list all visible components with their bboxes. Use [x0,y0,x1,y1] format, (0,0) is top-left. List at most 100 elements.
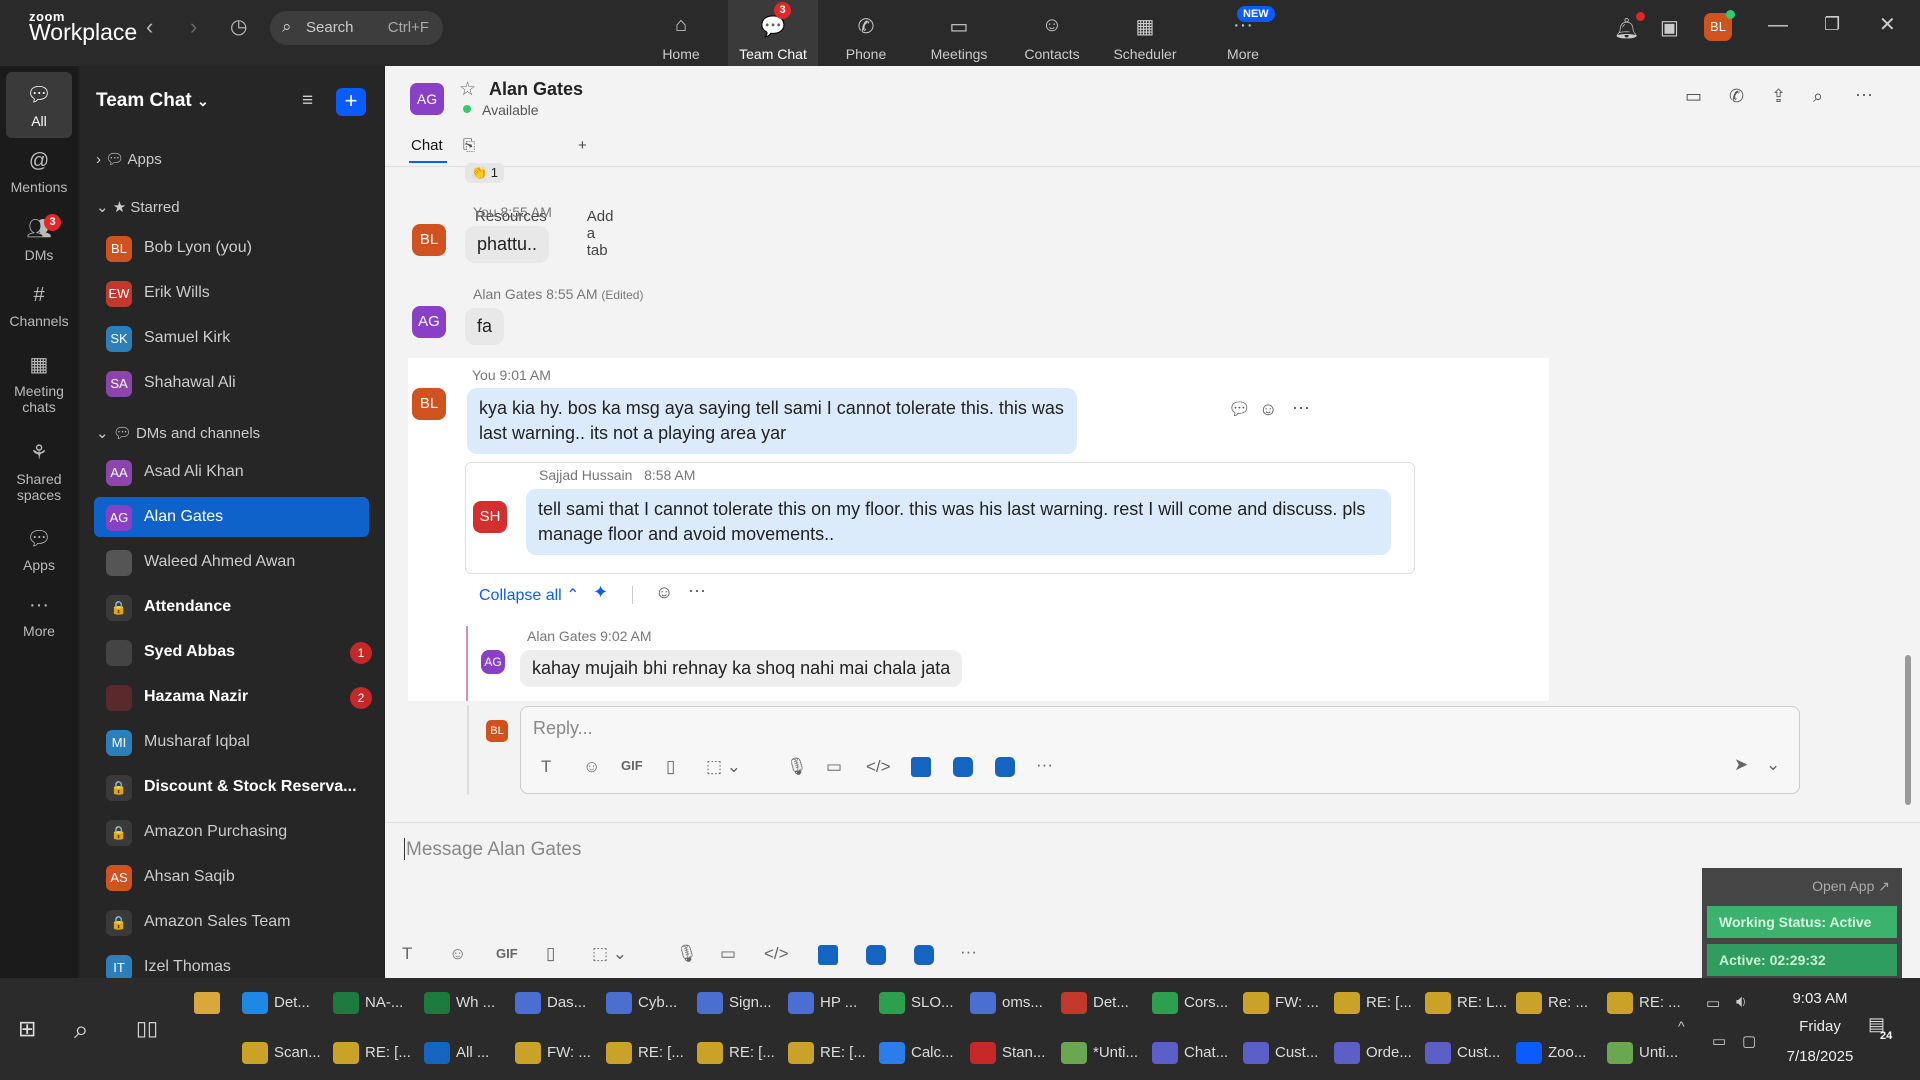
taskbar-app-button[interactable]: RE: ... [1607,992,1681,1028]
taskbar-app-button[interactable]: RE: [... [333,1042,411,1078]
section-apps[interactable]: › 💬︎ Apps [96,150,162,168]
sidebar-item[interactable]: AA Asad Ali Khan [94,452,369,492]
section-dms[interactable]: ⌄ 💬︎ DMs and channels [96,424,260,442]
gif-icon[interactable]: GIF [621,758,643,773]
nav-contacts[interactable]: ☺ Contacts [1007,0,1097,66]
taskbar-app-button[interactable]: Stan... [970,1042,1045,1078]
format-text-icon[interactable]: T [541,757,551,777]
taskbar-app-button[interactable]: Zoo... [1516,1042,1586,1078]
sidebar-item[interactable]: AG Alan Gates [94,497,369,537]
message-bubble[interactable]: phattu.. [465,226,550,263]
taskbar-app-button[interactable]: Sign... [697,992,772,1028]
display-icon[interactable]: ▭ [1712,1032,1726,1050]
rail-apps[interactable]: 💬︎ Apps [0,526,78,573]
taskbar-app-button[interactable]: SLO... [879,992,954,1028]
app-icon[interactable] [953,757,973,777]
message-bubble[interactable]: kya kia hy. bos ka msg aya saying tell s… [467,388,1077,454]
taskbar-app-button[interactable]: Cust... [1425,1042,1500,1078]
video-message-icon[interactable]: ▭ [720,944,736,964]
more-options-icon[interactable]: ··· [1292,397,1310,418]
search-icon[interactable]: ⌕ [1813,86,1823,107]
taskbar-app-button[interactable]: Cyb... [606,992,677,1028]
emoji-icon[interactable]: ☺ [449,944,466,964]
taskbar-app-button[interactable]: Unti... [1607,1042,1678,1078]
taskbar-app-button[interactable]: RE: [... [1334,992,1412,1028]
code-snippet-icon[interactable]: </> [866,757,891,777]
gif-icon[interactable]: GIF [496,946,518,961]
taskbar-app-button[interactable]: Cust... [1243,1042,1318,1078]
open-app-link[interactable]: Open App ↗ [1812,878,1890,895]
emoji-icon[interactable]: ☺ [583,757,600,777]
taskbar-app-button[interactable]: RE: [... [788,1042,866,1078]
more-options-icon[interactable]: ··· [1855,84,1873,105]
taskbar-app-button[interactable]: Das... [515,992,586,1028]
more-options-icon[interactable]: ··· [688,580,706,601]
sidebar-item[interactable]: MI Musharaf Iqbal [94,722,369,762]
scrollbar-thumb[interactable] [1905,655,1911,805]
nav-scheduler[interactable]: ▦ Scheduler [1100,0,1190,66]
nav-meetings[interactable]: ▭ Meetings [914,0,1004,66]
app-icon[interactable] [866,945,886,965]
rail-shared-spaces[interactable]: ⚘ Shared spaces [0,440,78,503]
format-text-icon[interactable]: T [402,944,412,964]
history-icon[interactable]: ◷ [230,14,247,39]
bell-icon[interactable]: 🔔︎ [1614,16,1639,41]
taskbar-app-button[interactable]: FW: ... [1243,992,1319,1028]
sidebar-item[interactable]: SK Samuel Kirk [94,318,369,358]
taskbar-app-button[interactable]: Scan... [242,1042,321,1078]
taskbar-app-button[interactable]: Det... [1061,992,1129,1028]
app-icon[interactable] [914,945,934,965]
calendar-widget-icon[interactable]: ▣ [1660,15,1679,40]
taskbar-app-button[interactable]: Det... [242,992,310,1028]
file-explorer-icon[interactable] [194,992,220,1014]
nav-team-chat[interactable]: 💬 Team Chat 3 [728,0,818,66]
close-icon[interactable]: ✕ [1879,12,1896,37]
sidebar-item[interactable]: Syed Abbas 1 [94,632,372,672]
rail-meeting-chats[interactable]: ▦ Meeting chats [0,352,78,415]
microphone-icon[interactable]: 🎙︎ [786,757,808,777]
sidebar-item[interactable]: Waleed Ahmed Awan [94,542,369,582]
reply-input[interactable]: Reply... T ☺ GIF ▯ ⬚ ⌄ 🎙︎ ▭ </> ··· ➤ ⌄ [520,706,1800,794]
taskbar-app-button[interactable]: Orde... [1334,1042,1412,1078]
taskbar-app-button[interactable]: *Unti... [1061,1042,1138,1078]
code-snippet-icon[interactable]: </> [764,944,789,964]
message-bubble[interactable]: fa [465,308,505,345]
tab-chat[interactable]: Chat [411,137,443,154]
more-tools-icon[interactable]: ··· [960,942,977,962]
sidebar-item[interactable]: EW Erik Wills [94,273,369,313]
section-starred[interactable]: ⌄ ★ Starred [96,198,180,216]
share-screen-icon[interactable]: ⇪ [1771,86,1786,107]
chevron-up-icon[interactable]: ^ [1678,1018,1685,1034]
taskbar-app-button[interactable]: Wh ... [424,992,495,1028]
filter-icon[interactable]: ≡ [302,90,313,112]
video-message-icon[interactable]: ▭ [826,757,842,777]
sidebar-item[interactable]: 🔒 Discount & Stock Reserva... [94,767,369,807]
taskbar-app-button[interactable]: Chat... [1152,1042,1228,1078]
taskbar-app-button[interactable]: FW: ... [515,1042,591,1078]
screenshot-icon[interactable]: ⬚ ⌄ [706,757,741,777]
star-icon[interactable]: ☆ [459,78,476,101]
video-call-icon[interactable]: ▭ [1685,86,1702,107]
taskbar-app-button[interactable]: oms... [970,992,1043,1028]
sidebar-item[interactable]: 🔒 Attendance [94,587,369,627]
sidebar-item[interactable]: AS Ahsan Saqib [94,857,369,897]
more-tools-icon[interactable]: ··· [1036,755,1053,775]
taskbar-app-button[interactable]: Re: ... [1516,992,1588,1028]
taskbar-app-button[interactable]: Calc... [879,1042,954,1078]
file-icon[interactable]: ▯ [546,944,555,964]
search-bar[interactable]: ⌕ Search Ctrl+F [270,11,443,45]
rail-mentions[interactable]: @ Mentions [0,150,78,195]
taskbar-app-button[interactable]: RE: L... [1425,992,1507,1028]
nav-home[interactable]: ⌂ Home [636,0,726,66]
message-bubble[interactable]: kahay mujaih bhi rehnay ka shoq nahi mai… [520,650,963,687]
ai-sparkle-icon[interactable]: ✦ [593,582,608,603]
microphone-icon[interactable]: 🎙︎ [676,944,698,964]
screenshot-icon[interactable]: ⬚ ⌄ [592,944,627,964]
tab-add[interactable]: + Add a tab [578,137,613,259]
file-icon[interactable]: ▯ [666,757,675,777]
sidebar-item[interactable]: SA Shahawal Ali [94,363,369,403]
app-icon[interactable] [911,757,931,777]
volume-icon[interactable]: 🔉︎ [1736,992,1747,1012]
clock-time[interactable]: 9:03 AM [1780,990,1860,1007]
back-arrow-icon[interactable]: ‹ [146,14,153,40]
